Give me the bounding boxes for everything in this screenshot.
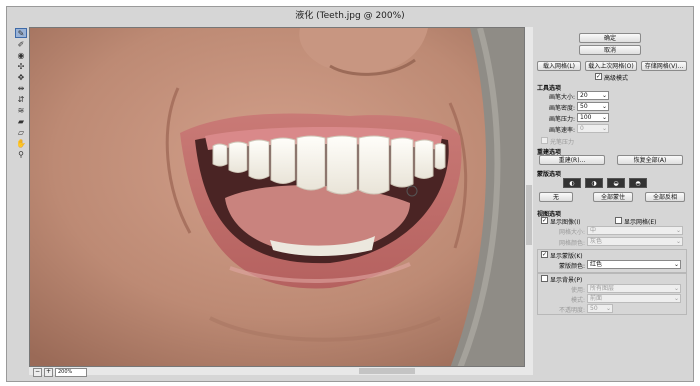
twirl-icon[interactable]: ◉ bbox=[15, 50, 27, 60]
chevron-down-icon: ⌄ bbox=[673, 261, 679, 268]
backdrop-mode-select[interactable]: 前面 ⌄ bbox=[587, 294, 681, 303]
mask-all-button[interactable]: 全部蒙住 bbox=[593, 192, 633, 202]
reconstruct-button[interactable]: 重建(R)... bbox=[539, 155, 605, 165]
stylus-pressure-checkbox[interactable] bbox=[541, 137, 548, 144]
save-mesh-button[interactable]: 存储网格(V)... bbox=[641, 61, 687, 71]
vertical-scrollbar[interactable] bbox=[525, 27, 533, 367]
tool-options-heading: 工具选项 bbox=[537, 85, 562, 92]
chevron-down-icon: ⌄ bbox=[601, 114, 607, 121]
cancel-button[interactable]: 取消 bbox=[579, 45, 641, 55]
horizontal-scrollbar[interactable] bbox=[29, 367, 533, 375]
intersect-selection-icon[interactable]: ◓ bbox=[629, 178, 647, 188]
show-mesh-label: 显示网格(E) bbox=[624, 219, 657, 226]
mesh-color-value: 灰色 bbox=[590, 238, 603, 245]
bloat-icon[interactable]: ✥ bbox=[15, 72, 27, 82]
chevron-down-icon: ⌄ bbox=[601, 103, 607, 110]
load-mesh-button[interactable]: 载入网格(L) bbox=[537, 61, 581, 71]
show-image-checkbox[interactable]: ✓ bbox=[541, 217, 548, 224]
chevron-down-icon: ⌄ bbox=[601, 92, 607, 99]
stylus-pressure-label: 光笔压力 bbox=[550, 139, 575, 146]
mesh-size-value: 中 bbox=[590, 227, 597, 234]
show-backdrop-label: 显示背景(P) bbox=[550, 277, 583, 284]
mesh-color-label: 网格颜色: bbox=[558, 240, 585, 247]
add-to-selection-icon[interactable]: ◑ bbox=[585, 178, 603, 188]
show-backdrop-checkbox[interactable] bbox=[541, 275, 548, 282]
mask-color-select[interactable]: 红色 ⌄ bbox=[587, 260, 681, 269]
show-image-label: 显示图像(I) bbox=[550, 219, 581, 226]
mask-color-value: 红色 bbox=[590, 261, 603, 268]
zoom-out-button[interactable]: − bbox=[33, 367, 42, 377]
zoom-in-button[interactable]: + bbox=[44, 367, 53, 377]
liquify-options-panel: 确定 取消 载入网格(L) 载入上次网格(O) 存储网格(V)... ✓ 高级模… bbox=[537, 27, 687, 377]
backdrop-use-select[interactable]: 所有图层 ⌄ bbox=[587, 284, 681, 293]
chevron-down-icon: ⌄ bbox=[605, 305, 611, 312]
advanced-mode-label: 高级模式 bbox=[604, 75, 629, 82]
hand-icon[interactable]: ✋ bbox=[15, 138, 27, 148]
mesh-size-label: 网格大小: bbox=[558, 229, 585, 236]
mask-none-button[interactable]: 无 bbox=[539, 192, 573, 202]
photo-teeth bbox=[30, 28, 524, 366]
horizontal-scroll-thumb[interactable] bbox=[359, 368, 415, 374]
zoom-icon[interactable]: ⚲ bbox=[15, 149, 27, 159]
subtract-from-selection-icon[interactable]: ◒ bbox=[607, 178, 625, 188]
mesh-color-select[interactable]: 灰色 ⌄ bbox=[587, 237, 683, 246]
backdrop-opacity-value: 50 bbox=[590, 305, 598, 312]
zoom-select[interactable]: 200% bbox=[55, 367, 87, 377]
backdrop-use-label: 使用: bbox=[570, 287, 585, 294]
brush-size-value: 20 bbox=[580, 92, 588, 99]
image-canvas[interactable] bbox=[29, 27, 525, 367]
brush-size-field[interactable]: 20 ⌄ bbox=[577, 91, 609, 100]
backdrop-opacity-field[interactable]: 50 ⌄ bbox=[587, 304, 613, 313]
liquify-window: 液化 (Teeth.jpg @ 200%) ✎ ✐ ◉ ✣ ✥ ⇹ ⇵ ≋ ▰ … bbox=[6, 6, 694, 382]
thaw-mask-icon[interactable]: ▱ bbox=[15, 127, 27, 137]
push-left-icon[interactable]: ⇹ bbox=[15, 83, 27, 93]
advanced-mode-checkbox[interactable]: ✓ bbox=[595, 73, 602, 80]
brush-rate-field[interactable]: 0 ⌄ bbox=[577, 124, 609, 133]
chevron-down-icon: ⌄ bbox=[675, 238, 681, 245]
chevron-down-icon: ⌄ bbox=[673, 295, 679, 302]
show-mask-checkbox[interactable]: ✓ bbox=[541, 251, 548, 258]
vertical-scroll-thumb[interactable] bbox=[526, 185, 532, 245]
freeze-mask-icon[interactable]: ▰ bbox=[15, 116, 27, 126]
brush-pressure-field[interactable]: 100 ⌄ bbox=[577, 113, 609, 122]
invert-all-button[interactable]: 全部反相 bbox=[645, 192, 685, 202]
brush-pressure-label: 画笔压力: bbox=[548, 116, 575, 123]
backdrop-opacity-label: 不透明度: bbox=[558, 307, 585, 314]
brush-rate-label: 画笔速率: bbox=[548, 127, 575, 134]
brush-density-label: 画笔密度: bbox=[548, 105, 575, 112]
load-last-mesh-button[interactable]: 载入上次网格(O) bbox=[585, 61, 637, 71]
brush-density-field[interactable]: 50 ⌄ bbox=[577, 102, 609, 111]
ok-button[interactable]: 确定 bbox=[579, 33, 641, 43]
brush-rate-value: 0 bbox=[580, 125, 584, 132]
show-mesh-checkbox[interactable] bbox=[615, 217, 622, 224]
zoom-control: − + 200% bbox=[33, 367, 87, 377]
liquify-toolbar: ✎ ✐ ◉ ✣ ✥ ⇹ ⇵ ≋ ▰ ▱ ✋ ⚲ bbox=[12, 27, 30, 187]
restore-all-button[interactable]: 恢复全部(A) bbox=[617, 155, 683, 165]
chevron-down-icon: ⌄ bbox=[673, 285, 679, 292]
brush-pressure-value: 100 bbox=[580, 114, 592, 121]
mesh-size-select[interactable]: 中 ⌄ bbox=[587, 226, 683, 235]
chevron-down-icon: ⌄ bbox=[601, 125, 607, 132]
mask-color-label: 蒙版颜色: bbox=[558, 263, 585, 270]
brush-density-value: 50 bbox=[580, 103, 588, 110]
brush-size-label: 画笔大小: bbox=[548, 94, 575, 101]
turbulence-icon[interactable]: ≋ bbox=[15, 105, 27, 115]
mirror-icon[interactable]: ⇵ bbox=[15, 94, 27, 104]
mask-options-heading: 蒙版选项 bbox=[537, 171, 562, 178]
backdrop-mode-label: 模式: bbox=[570, 297, 585, 304]
show-mask-label: 显示蒙版(K) bbox=[550, 253, 583, 260]
backdrop-use-value: 所有图层 bbox=[590, 285, 615, 292]
backdrop-mode-value: 前面 bbox=[590, 295, 603, 302]
pucker-icon[interactable]: ✣ bbox=[15, 61, 27, 71]
reconstruct-icon[interactable]: ✐ bbox=[15, 39, 27, 49]
window-title: 液化 (Teeth.jpg @ 200%) bbox=[295, 11, 405, 21]
forward-warp-icon[interactable]: ✎ bbox=[15, 28, 27, 38]
chevron-down-icon: ⌄ bbox=[675, 227, 681, 234]
replace-selection-icon[interactable]: ◐ bbox=[563, 178, 581, 188]
